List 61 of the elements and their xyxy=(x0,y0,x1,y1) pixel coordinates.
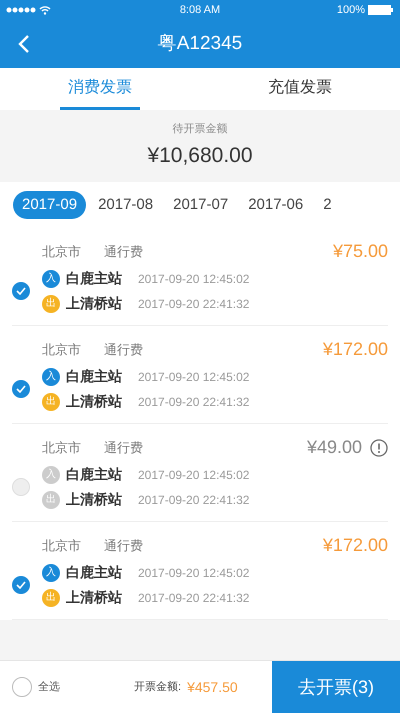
station-name: 上清桥站 xyxy=(66,392,123,411)
station-time: 2017-09-20 22:41:32 xyxy=(138,296,250,312)
fee-type: 通行费 xyxy=(104,340,143,359)
month-chip[interactable]: 2017-06 xyxy=(240,191,312,219)
station-name: 白鹿主站 xyxy=(66,367,123,386)
month-chip[interactable]: 2017-07 xyxy=(165,191,236,219)
battery-icon xyxy=(368,5,394,15)
city-label: 北京市 xyxy=(42,340,82,359)
signal-icon xyxy=(6,7,36,13)
page-title: 粤A12345 xyxy=(158,32,242,56)
month-chip[interactable]: 2017-09 xyxy=(13,191,86,219)
station-time: 2017-09-20 12:45:02 xyxy=(138,368,250,386)
summary-label: 待开票金额 xyxy=(172,122,228,137)
total-label: 开票金额: xyxy=(134,680,182,695)
month-chip[interactable]: 2017-08 xyxy=(90,191,162,219)
station-time: 2017-09-20 12:45:02 xyxy=(138,564,250,582)
city-label: 北京市 xyxy=(42,242,82,261)
station-time: 2017-09-20 22:41:32 xyxy=(138,394,250,410)
station-time: 2017-09-20 12:45:02 xyxy=(138,466,250,484)
back-icon[interactable] xyxy=(18,34,30,54)
record-amount: ¥49.00 xyxy=(306,436,362,459)
station-name: 上清桥站 xyxy=(66,294,123,313)
check-icon xyxy=(16,286,26,294)
exit-badge: 出 xyxy=(42,392,60,410)
check-icon xyxy=(16,580,26,588)
record-amount: ¥172.00 xyxy=(322,338,388,361)
record-checkbox[interactable] xyxy=(12,380,30,398)
record-amount: ¥172.00 xyxy=(322,534,388,557)
station-name: 白鹿主站 xyxy=(66,269,123,288)
station-name: 上清桥站 xyxy=(66,490,123,509)
exit-badge: 出 xyxy=(42,294,60,312)
battery-percent: 100% xyxy=(336,2,365,18)
month-chip[interactable]: 2 xyxy=(315,191,340,219)
check-icon xyxy=(16,384,26,392)
station-name: 上清桥站 xyxy=(66,588,123,607)
record-checkbox[interactable] xyxy=(12,282,30,300)
entry-badge: 入 xyxy=(42,564,60,582)
city-label: 北京市 xyxy=(42,438,82,457)
fee-type: 通行费 xyxy=(104,536,143,555)
summary-amount: ¥10,680.00 xyxy=(147,142,253,168)
invoice-tab[interactable]: 消费发票 xyxy=(60,68,140,110)
station-name: 白鹿主站 xyxy=(66,465,123,484)
station-time: 2017-09-20 22:41:32 xyxy=(138,590,250,606)
invoice-tab[interactable]: 充值发票 xyxy=(260,68,340,110)
record-checkbox[interactable] xyxy=(12,576,30,594)
record-amount: ¥75.00 xyxy=(332,240,388,263)
station-name: 白鹿主站 xyxy=(66,563,123,582)
select-all-label: 全选 xyxy=(38,680,60,695)
city-label: 北京市 xyxy=(42,536,82,555)
wifi-icon xyxy=(39,6,51,14)
entry-badge: 入 xyxy=(42,270,60,288)
total-amount: ¥457.50 xyxy=(187,678,238,696)
station-time: 2017-09-20 12:45:02 xyxy=(138,270,250,288)
station-time: 2017-09-20 22:41:32 xyxy=(138,492,250,508)
exit-badge: 出 xyxy=(42,588,60,606)
fee-type: 通行费 xyxy=(104,438,143,457)
entry-badge: 入 xyxy=(42,368,60,386)
fee-type: 通行费 xyxy=(104,242,143,261)
status-time: 8:08 AM xyxy=(180,2,220,18)
issue-invoice-button[interactable]: 去开票(3) xyxy=(272,660,400,713)
select-all-checkbox[interactable] xyxy=(12,677,32,697)
